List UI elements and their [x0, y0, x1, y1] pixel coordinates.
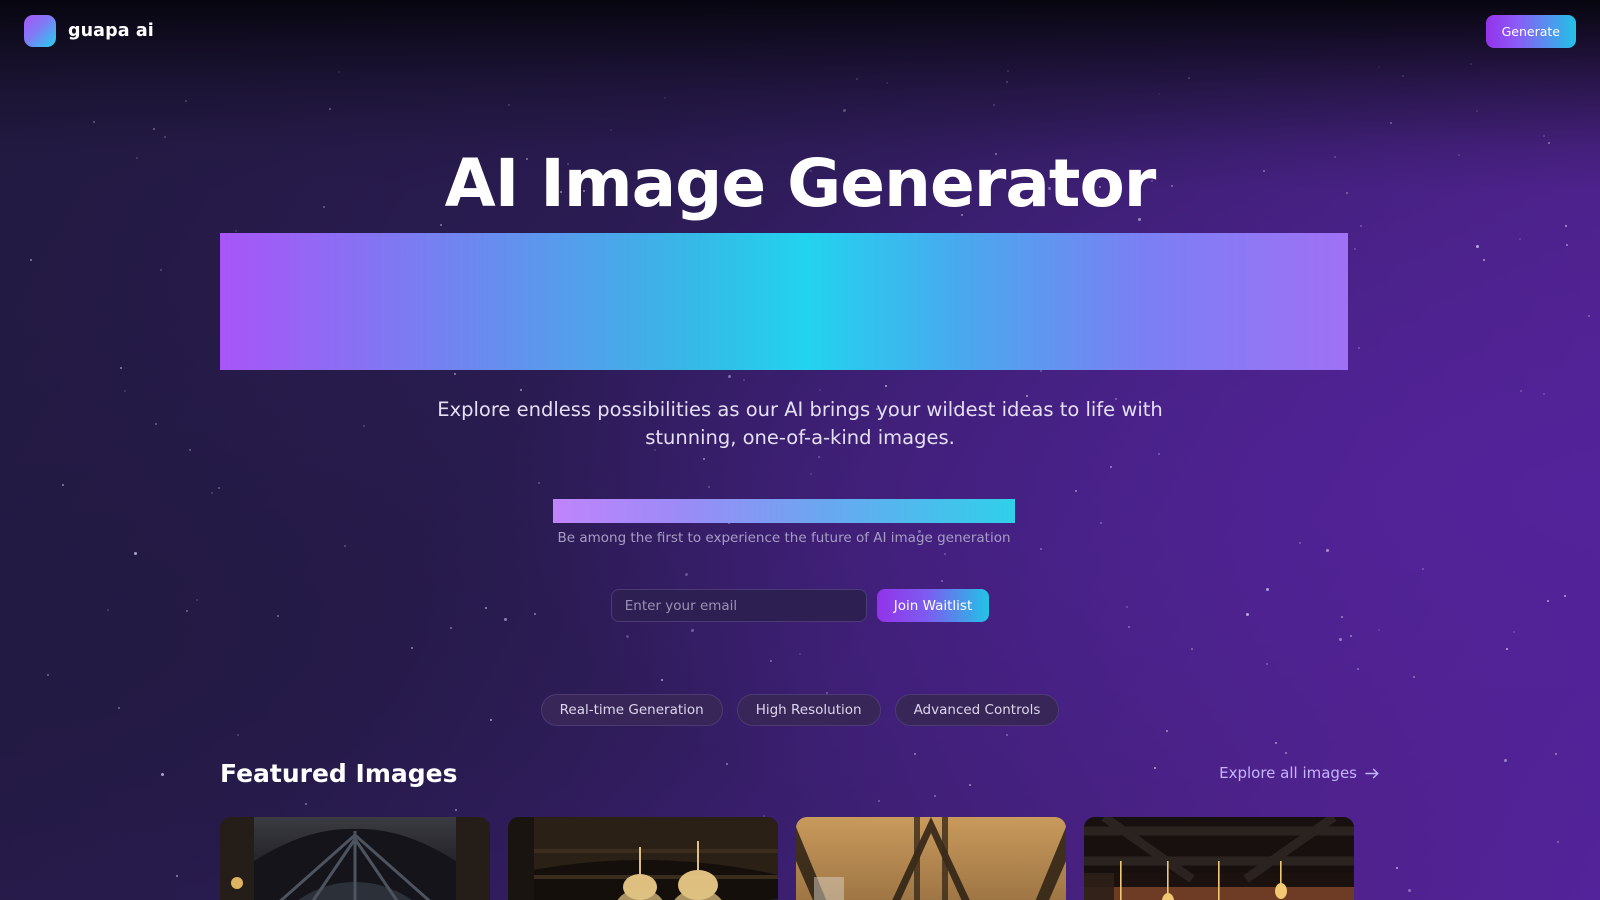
feature-pill-resolution[interactable]: High Resolution	[736, 694, 881, 726]
email-input[interactable]	[610, 589, 867, 622]
explore-all-images-link[interactable]: Explore all images	[1219, 764, 1380, 782]
featured-thumbnail[interactable]	[796, 817, 1066, 900]
feature-pill-controls[interactable]: Advanced Controls	[894, 694, 1060, 726]
featured-thumbnail[interactable]	[508, 817, 778, 900]
sandstone-arcade-image	[796, 817, 1066, 900]
page-title: AI Image Generator	[444, 145, 1157, 222]
brand-name: guapa ai	[68, 21, 154, 41]
section-title: Featured Images	[220, 758, 458, 788]
feature-pill-list: Real-time Generation High Resolution Adv…	[0, 694, 1600, 726]
join-waitlist-button[interactable]: Join Waitlist	[876, 589, 990, 622]
app-logo-icon	[24, 15, 56, 47]
hero-gradient-banner	[220, 233, 1348, 370]
featured-thumbnail[interactable]	[1084, 817, 1354, 900]
hero-subtitle: Explore endless possibilities as our AI …	[437, 398, 1163, 449]
waitlist-gradient-bar	[553, 499, 1015, 523]
featured-image-grid	[0, 796, 1600, 900]
arrow-right-icon	[1365, 768, 1379, 778]
explore-all-label: Explore all images	[1219, 764, 1357, 782]
cathedral-vault-image	[220, 817, 490, 900]
featured-thumbnail[interactable]	[220, 817, 490, 900]
industrial-loft-image	[1084, 817, 1354, 900]
waitlist-caption: Be among the first to experience the fut…	[557, 530, 1011, 546]
chandelier-hall-image	[508, 817, 778, 900]
featured-images-section: Featured Images Explore all images	[0, 750, 1600, 900]
feature-pill-realtime[interactable]: Real-time Generation	[540, 694, 723, 726]
generate-button[interactable]: Generate	[1485, 14, 1576, 48]
waitlist-signup-form: Join Waitlist	[0, 589, 1600, 622]
brand[interactable]: guapa ai	[24, 15, 154, 47]
app-header: guapa ai Generate	[0, 0, 1600, 62]
featured-header: Featured Images Explore all images	[0, 750, 1600, 796]
